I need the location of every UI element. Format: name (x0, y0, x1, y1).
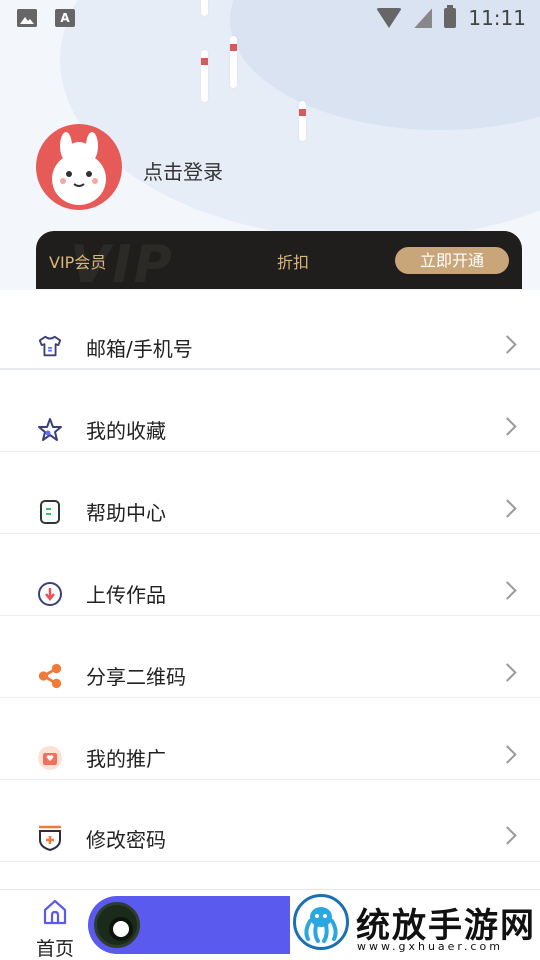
menu-item-favorites[interactable]: 我的收藏 (0, 370, 540, 452)
a-icon: A (55, 9, 75, 27)
tab-home[interactable]: 首页 (36, 934, 74, 960)
star-icon (37, 417, 63, 443)
document-icon (37, 499, 63, 525)
vip-membership-bar[interactable]: VIP VIP会员 折扣 立即开通 (36, 231, 522, 289)
vip-label: VIP会员 (49, 253, 107, 272)
image-icon (17, 9, 37, 27)
menu-item-my-promotion[interactable]: 我的推广 (0, 698, 540, 780)
wifi-icon (376, 8, 403, 28)
chevron-right-icon (498, 417, 517, 436)
menu-label: 我的推广 (86, 747, 166, 771)
chevron-right-icon (498, 663, 517, 682)
ski-pole-decoration (230, 36, 237, 88)
status-time: 11:11 (468, 6, 526, 30)
ad-banner[interactable] (88, 896, 290, 954)
music-disc-icon (94, 902, 140, 948)
upload-circle-icon (37, 581, 63, 607)
battery-charging-icon (444, 5, 457, 28)
ski-pole-decoration (299, 101, 306, 141)
status-bar: A 11:11 (0, 0, 540, 36)
alpaca-avatar-icon[interactable] (36, 124, 122, 210)
no-signal-icon (414, 8, 433, 28)
vip-discount-label: 折扣 (277, 253, 310, 272)
menu-item-help-center[interactable]: 帮助中心 (0, 452, 540, 534)
bottom-navigation: 首页 统放手游网 www.gxhuaer.com (0, 889, 540, 960)
menu-item-email-phone[interactable]: 邮箱/手机号 (0, 290, 540, 370)
menu-label: 帮助中心 (86, 501, 166, 525)
share-icon (37, 663, 63, 689)
vip-open-button[interactable]: 立即开通 (395, 247, 509, 274)
chevron-right-icon (498, 745, 517, 764)
chevron-right-icon (498, 826, 517, 845)
menu-item-change-password[interactable]: 修改密码 (0, 780, 540, 862)
menu-label: 我的收藏 (86, 419, 166, 443)
chevron-right-icon (498, 581, 517, 600)
chevron-right-icon (498, 499, 517, 518)
login-link[interactable]: 点击登录 (143, 156, 223, 185)
menu-item-share-qr[interactable]: 分享二维码 (0, 616, 540, 698)
site-logo-url: www.gxhuaer.com (357, 940, 503, 953)
octopus-logo-icon (293, 894, 349, 950)
home-icon[interactable] (41, 898, 69, 926)
menu-label: 上传作品 (86, 583, 166, 607)
chevron-right-icon (498, 335, 517, 354)
menu-item-upload-works[interactable]: 上传作品 (0, 534, 540, 616)
tshirt-icon (37, 333, 63, 359)
password-shield-icon (37, 825, 63, 852)
ski-pole-decoration (201, 50, 208, 102)
menu-label: 邮箱/手机号 (86, 337, 193, 361)
menu-label: 分享二维码 (86, 665, 186, 689)
menu-label: 修改密码 (86, 828, 166, 852)
promotion-bag-icon (37, 745, 63, 771)
